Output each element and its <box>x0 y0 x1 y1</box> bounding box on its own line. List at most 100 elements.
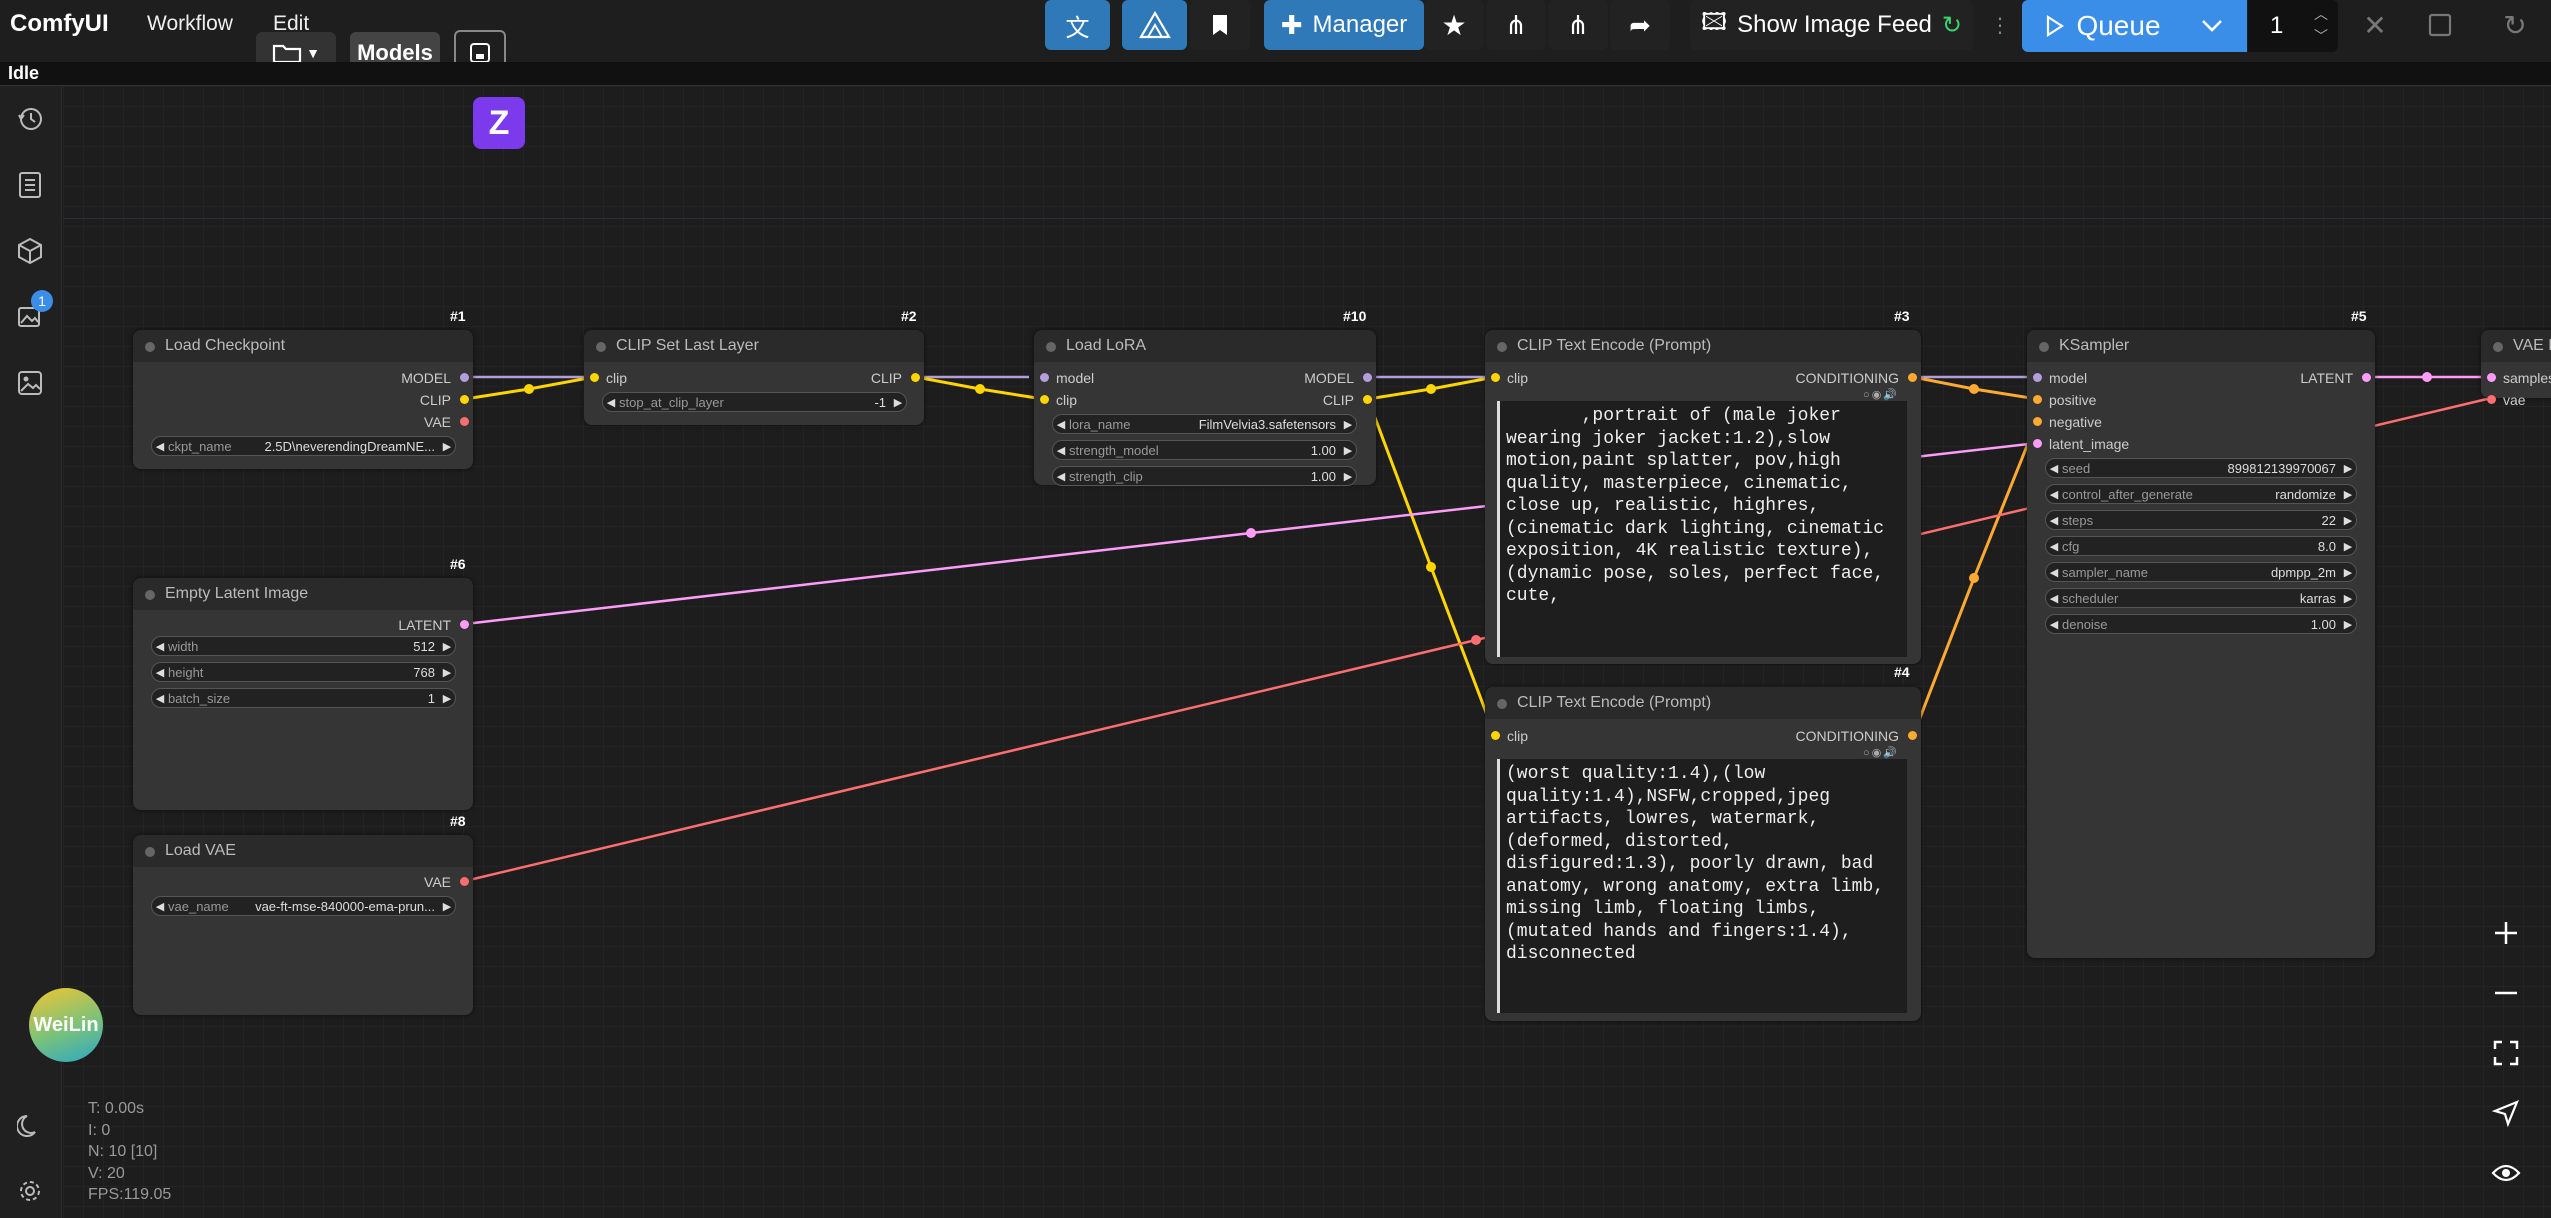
collapse-dot-icon[interactable] <box>2493 342 2503 352</box>
widget-seed[interactable]: ◀ seed 899812139970067 ▶ <box>2045 458 2357 478</box>
node-clip-set-last-layer[interactable]: CLIP Set Last Layer clip CLIP ◀ stop_at_… <box>584 330 924 425</box>
fit-view-button[interactable] <box>2470 1025 2542 1085</box>
graph-canvas[interactable]: #1 Load Checkpoint MODEL CLIP VAE ◀ ckpt… <box>63 86 2551 1218</box>
text-widget-tools-icon[interactable]: ○◉🔊 <box>1863 746 1899 759</box>
output-slot-clip[interactable] <box>911 373 920 382</box>
share-b-button[interactable]: ⋔ <box>1548 0 1608 50</box>
node-load-checkpoint[interactable]: Load Checkpoint MODEL CLIP VAE ◀ ckpt_na… <box>133 330 473 469</box>
drag-handle-icon[interactable]: ⋮ <box>1990 10 2010 40</box>
collapse-dot-icon[interactable] <box>2039 342 2049 352</box>
arrow-right-icon[interactable]: ▶ <box>439 900 455 913</box>
share-button[interactable]: ➦ <box>1610 0 1670 50</box>
favorites-button[interactable]: ★ <box>1424 0 1484 50</box>
settings-gear-icon[interactable] <box>13 1174 47 1208</box>
share-a-button[interactable]: ⋔ <box>1486 0 1546 50</box>
input-slot-positive[interactable] <box>2033 395 2042 404</box>
input-slot-clip[interactable] <box>1491 373 1500 382</box>
input-slot-samples[interactable] <box>2487 373 2496 382</box>
output-slot-vae[interactable] <box>460 417 469 426</box>
output-slot-conditioning[interactable] <box>1908 731 1917 740</box>
arrow-left-icon[interactable]: ◀ <box>2046 514 2062 527</box>
node-load-vae[interactable]: Load VAE VAE ◀ vae_name vae-ft-mse-84000… <box>133 835 473 1015</box>
arrow-left-icon[interactable]: ◀ <box>152 692 168 705</box>
output-slot-clip[interactable] <box>1363 395 1372 404</box>
input-slot-vae[interactable] <box>2487 395 2496 404</box>
bizyair-logo-button[interactable]: Z <box>473 97 525 149</box>
arrow-left-icon[interactable]: ◀ <box>2046 540 2062 553</box>
node-title[interactable]: KSampler <box>2027 330 2375 362</box>
widget-batch-size[interactable]: ◀ batch_size 1 ▶ <box>151 688 456 708</box>
node-library-icon[interactable] <box>13 168 47 202</box>
arrow-left-icon[interactable]: ◀ <box>152 640 168 653</box>
input-slot-clip[interactable] <box>1040 395 1049 404</box>
history-icon[interactable] <box>13 102 47 136</box>
collapse-dot-icon[interactable] <box>145 342 155 352</box>
arrow-right-icon[interactable]: ▶ <box>2340 462 2356 475</box>
translate-button[interactable]: 文 <box>1045 0 1110 50</box>
gallery-icon[interactable] <box>13 366 47 400</box>
widget-scheduler[interactable]: ◀ scheduler karras ▶ <box>2045 588 2357 608</box>
arrow-left-icon[interactable]: ◀ <box>1053 470 1069 483</box>
output-slot-latent[interactable] <box>2362 373 2371 382</box>
arrow-right-icon[interactable]: ▶ <box>2340 540 2356 553</box>
output-slot-latent[interactable] <box>460 620 469 629</box>
weilin-button[interactable]: WeiLin <box>29 988 103 1062</box>
arrow-right-icon[interactable]: ▶ <box>439 640 455 653</box>
refresh-button[interactable]: ↻ <box>2490 0 2540 50</box>
input-slot-negative[interactable] <box>2033 417 2042 426</box>
zoom-out-button[interactable] <box>2470 965 2542 1025</box>
collapse-dot-icon[interactable] <box>1497 342 1507 352</box>
node-title[interactable]: CLIP Text Encode (Prompt) <box>1485 687 1921 719</box>
node-clip-text-encode-negative[interactable]: CLIP Text Encode (Prompt) clip CONDITION… <box>1485 687 1921 1021</box>
arrow-left-icon[interactable]: ◀ <box>2046 592 2062 605</box>
queue-count-input[interactable]: 1 ︿ ﹀ <box>2248 0 2338 52</box>
arrow-right-icon[interactable]: ▶ <box>2340 618 2356 631</box>
output-slot-clip[interactable] <box>460 395 469 404</box>
theme-toggle-moon-icon[interactable] <box>13 1108 47 1142</box>
prompt-textarea-positive[interactable]: ,portrait of (male joker wearing joker j… <box>1497 401 1907 657</box>
arrow-right-icon[interactable]: ▶ <box>890 396 906 409</box>
widget-stop-at-clip-layer[interactable]: ◀ stop_at_clip_layer -1 ▶ <box>602 392 907 412</box>
node-title[interactable]: CLIP Text Encode (Prompt) <box>1485 330 1921 362</box>
arrow-left-icon[interactable]: ◀ <box>152 900 168 913</box>
node-title[interactable]: Load VAE <box>133 835 473 867</box>
text-widget-tools-icon[interactable]: ○◉🔊 <box>1863 388 1899 401</box>
arrow-left-icon[interactable]: ◀ <box>152 666 168 679</box>
arrow-right-icon[interactable]: ▶ <box>439 666 455 679</box>
widget-ckpt-name[interactable]: ◀ ckpt_name 2.5D\neverendingDreamNE... ▶ <box>151 436 456 456</box>
collapse-dot-icon[interactable] <box>145 590 155 600</box>
arrow-left-icon[interactable]: ◀ <box>603 396 619 409</box>
queue-images-icon[interactable]: 1 <box>13 290 53 334</box>
arrow-left-icon[interactable]: ◀ <box>1053 418 1069 431</box>
bookmark-button[interactable] <box>1190 0 1250 50</box>
arrow-left-icon[interactable]: ◀ <box>2046 618 2062 631</box>
crystools-button[interactable] <box>1122 0 1187 50</box>
collapse-dot-icon[interactable] <box>145 847 155 857</box>
widget-vae-name[interactable]: ◀ vae_name vae-ft-mse-840000-ema-prun...… <box>151 896 456 916</box>
node-empty-latent-image[interactable]: Empty Latent Image LATENT ◀ width 512 ▶ … <box>133 578 473 810</box>
widget-sampler-name[interactable]: ◀ sampler_name dpmpp_2m ▶ <box>2045 562 2357 582</box>
arrow-left-icon[interactable]: ◀ <box>2046 462 2062 475</box>
node-vae-decode[interactable]: VAE D samples vae <box>2481 330 2551 408</box>
arrow-left-icon[interactable]: ◀ <box>2046 488 2062 501</box>
toggle-links-button[interactable] <box>2470 1145 2542 1205</box>
model-library-icon[interactable] <box>13 234 47 268</box>
arrow-right-icon[interactable]: ▶ <box>2340 566 2356 579</box>
arrow-right-icon[interactable]: ▶ <box>439 692 455 705</box>
widget-lora-name[interactable]: ◀ lora_name FilmVelvia3.safetensors ▶ <box>1052 414 1357 434</box>
arrow-right-icon[interactable]: ▶ <box>1340 444 1356 457</box>
arrow-right-icon[interactable]: ▶ <box>439 440 455 453</box>
widget-width[interactable]: ◀ width 512 ▶ <box>151 636 456 656</box>
zoom-in-button[interactable] <box>2470 905 2542 965</box>
node-title[interactable]: Load Checkpoint <box>133 330 473 362</box>
node-title[interactable]: CLIP Set Last Layer <box>584 330 924 362</box>
widget-height[interactable]: ◀ height 768 ▶ <box>151 662 456 682</box>
arrow-right-icon[interactable]: ▶ <box>1340 418 1356 431</box>
prompt-textarea-negative[interactable]: (worst quality:1.4),(low quality:1.4),NS… <box>1497 759 1907 1013</box>
pan-mode-button[interactable] <box>2470 1085 2542 1145</box>
input-slot-clip[interactable] <box>590 373 599 382</box>
input-slot-clip[interactable] <box>1491 731 1500 740</box>
arrow-right-icon[interactable]: ▶ <box>2340 488 2356 501</box>
node-title[interactable]: Load LoRA <box>1034 330 1376 362</box>
input-slot-model[interactable] <box>1040 373 1049 382</box>
